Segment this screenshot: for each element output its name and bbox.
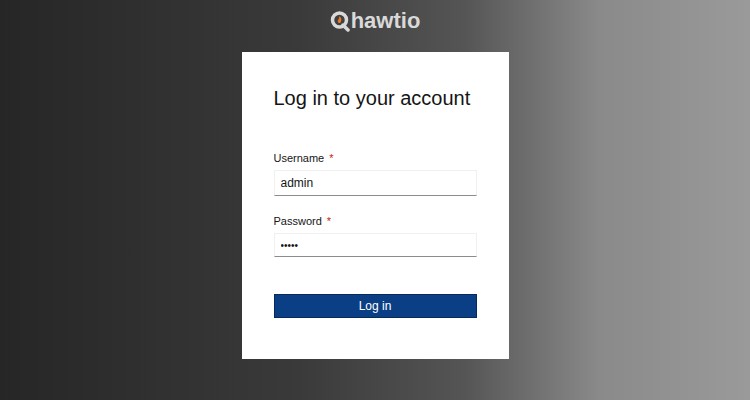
required-mark: * [329,152,333,164]
login-card: Log in to your account Username* Password*… [242,52,509,359]
login-button[interactable]: Log in [274,294,477,318]
hawtio-logo: hawtio [330,0,421,40]
hawtio-logo-icon [330,10,350,32]
password-field: Password* [274,214,477,257]
required-mark: * [327,215,331,227]
login-title: Log in to your account [274,86,477,110]
field-label: Password* [274,214,477,228]
field-label: Username* [274,151,477,165]
text-field: Username* [274,151,477,196]
login-page: hawtio Log in to your account Username* Pas… [0,0,750,400]
text-input[interactable] [274,170,477,196]
password-input[interactable] [274,233,477,257]
logo-text: hawtio [351,10,421,32]
